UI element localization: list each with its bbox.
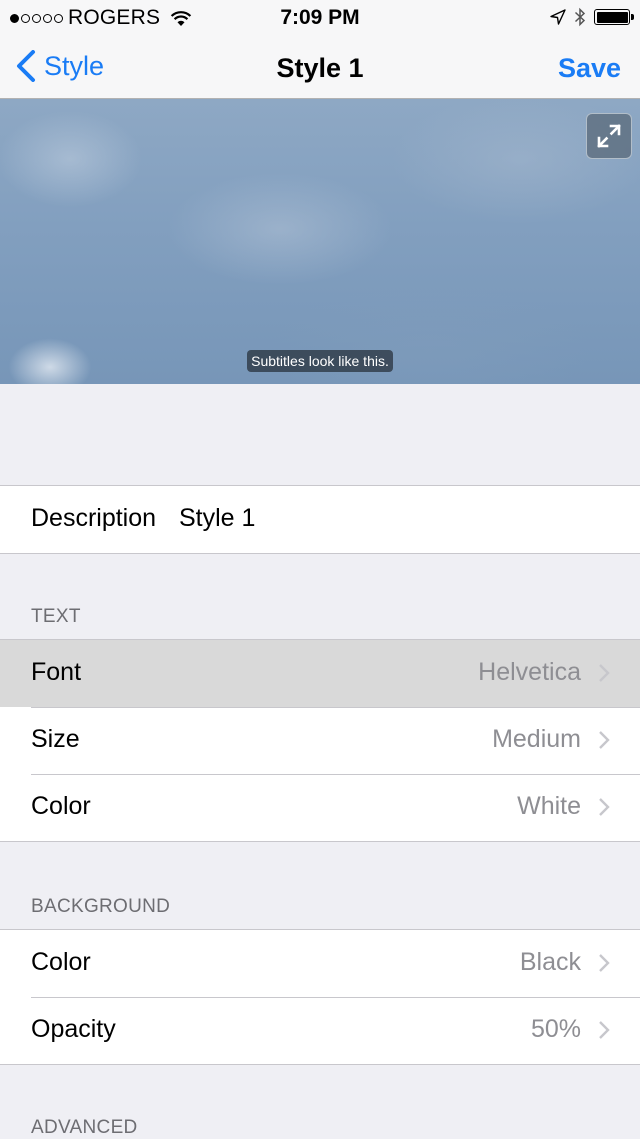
battery-level — [596, 11, 628, 23]
chevron-right-icon — [599, 798, 610, 816]
background-color-row[interactable]: Color Black — [0, 930, 640, 997]
status-bar: ROGERS 7:09 PM — [0, 0, 640, 40]
text-settings-group: Font Helvetica Size Medium Color White — [0, 639, 640, 842]
save-button[interactable]: Save — [558, 53, 621, 84]
description-cell[interactable]: Description Style 1 — [0, 486, 640, 553]
back-button-label: Style — [44, 50, 105, 81]
chevron-left-icon — [17, 50, 35, 82]
subtitle-sample-wrapper: Subtitles look like this. — [0, 350, 640, 372]
text-color-value: White — [517, 792, 581, 820]
chevron-right-icon — [599, 954, 610, 972]
text-color-label: Color — [31, 792, 91, 820]
size-value: Medium — [492, 725, 581, 753]
description-label: Description — [31, 504, 157, 532]
opacity-row[interactable]: Opacity 50% — [0, 997, 640, 1064]
section-header-background: BACKGROUND — [31, 896, 171, 917]
font-row[interactable]: Font Helvetica — [0, 640, 640, 707]
battery-icon — [594, 9, 634, 25]
bluetooth-icon — [574, 7, 586, 27]
navigation-bar: Style Style 1 Save — [0, 40, 640, 99]
expand-arrows-icon — [597, 124, 621, 148]
chevron-right-icon — [599, 731, 610, 749]
status-right — [550, 7, 634, 27]
size-label: Size — [31, 725, 80, 753]
text-color-row[interactable]: Color White — [0, 774, 640, 841]
status-time: 7:09 PM — [280, 6, 360, 29]
section-header-advanced: ADVANCED — [31, 1117, 138, 1138]
subtitle-preview: Subtitles look like this. — [0, 99, 640, 384]
location-arrow-icon — [550, 9, 566, 25]
chevron-right-icon — [599, 1021, 610, 1039]
description-group: Description Style 1 — [0, 485, 640, 554]
background-settings-group: Color Black Opacity 50% — [0, 929, 640, 1065]
font-value: Helvetica — [478, 658, 581, 686]
size-row[interactable]: Size Medium — [0, 707, 640, 774]
opacity-value: 50% — [530, 1015, 581, 1043]
subtitle-sample: Subtitles look like this. — [247, 350, 393, 372]
description-value[interactable]: Style 1 — [179, 504, 255, 533]
background-color-value: Black — [519, 948, 581, 976]
background-color-label: Color — [31, 948, 91, 976]
battery-tip — [631, 14, 634, 20]
font-label: Font — [31, 658, 82, 686]
expand-preview-button[interactable] — [586, 113, 632, 159]
opacity-label: Opacity — [31, 1015, 116, 1043]
back-button[interactable]: Style — [16, 50, 104, 82]
section-header-text: TEXT — [31, 606, 81, 627]
chevron-right-icon — [599, 664, 610, 682]
